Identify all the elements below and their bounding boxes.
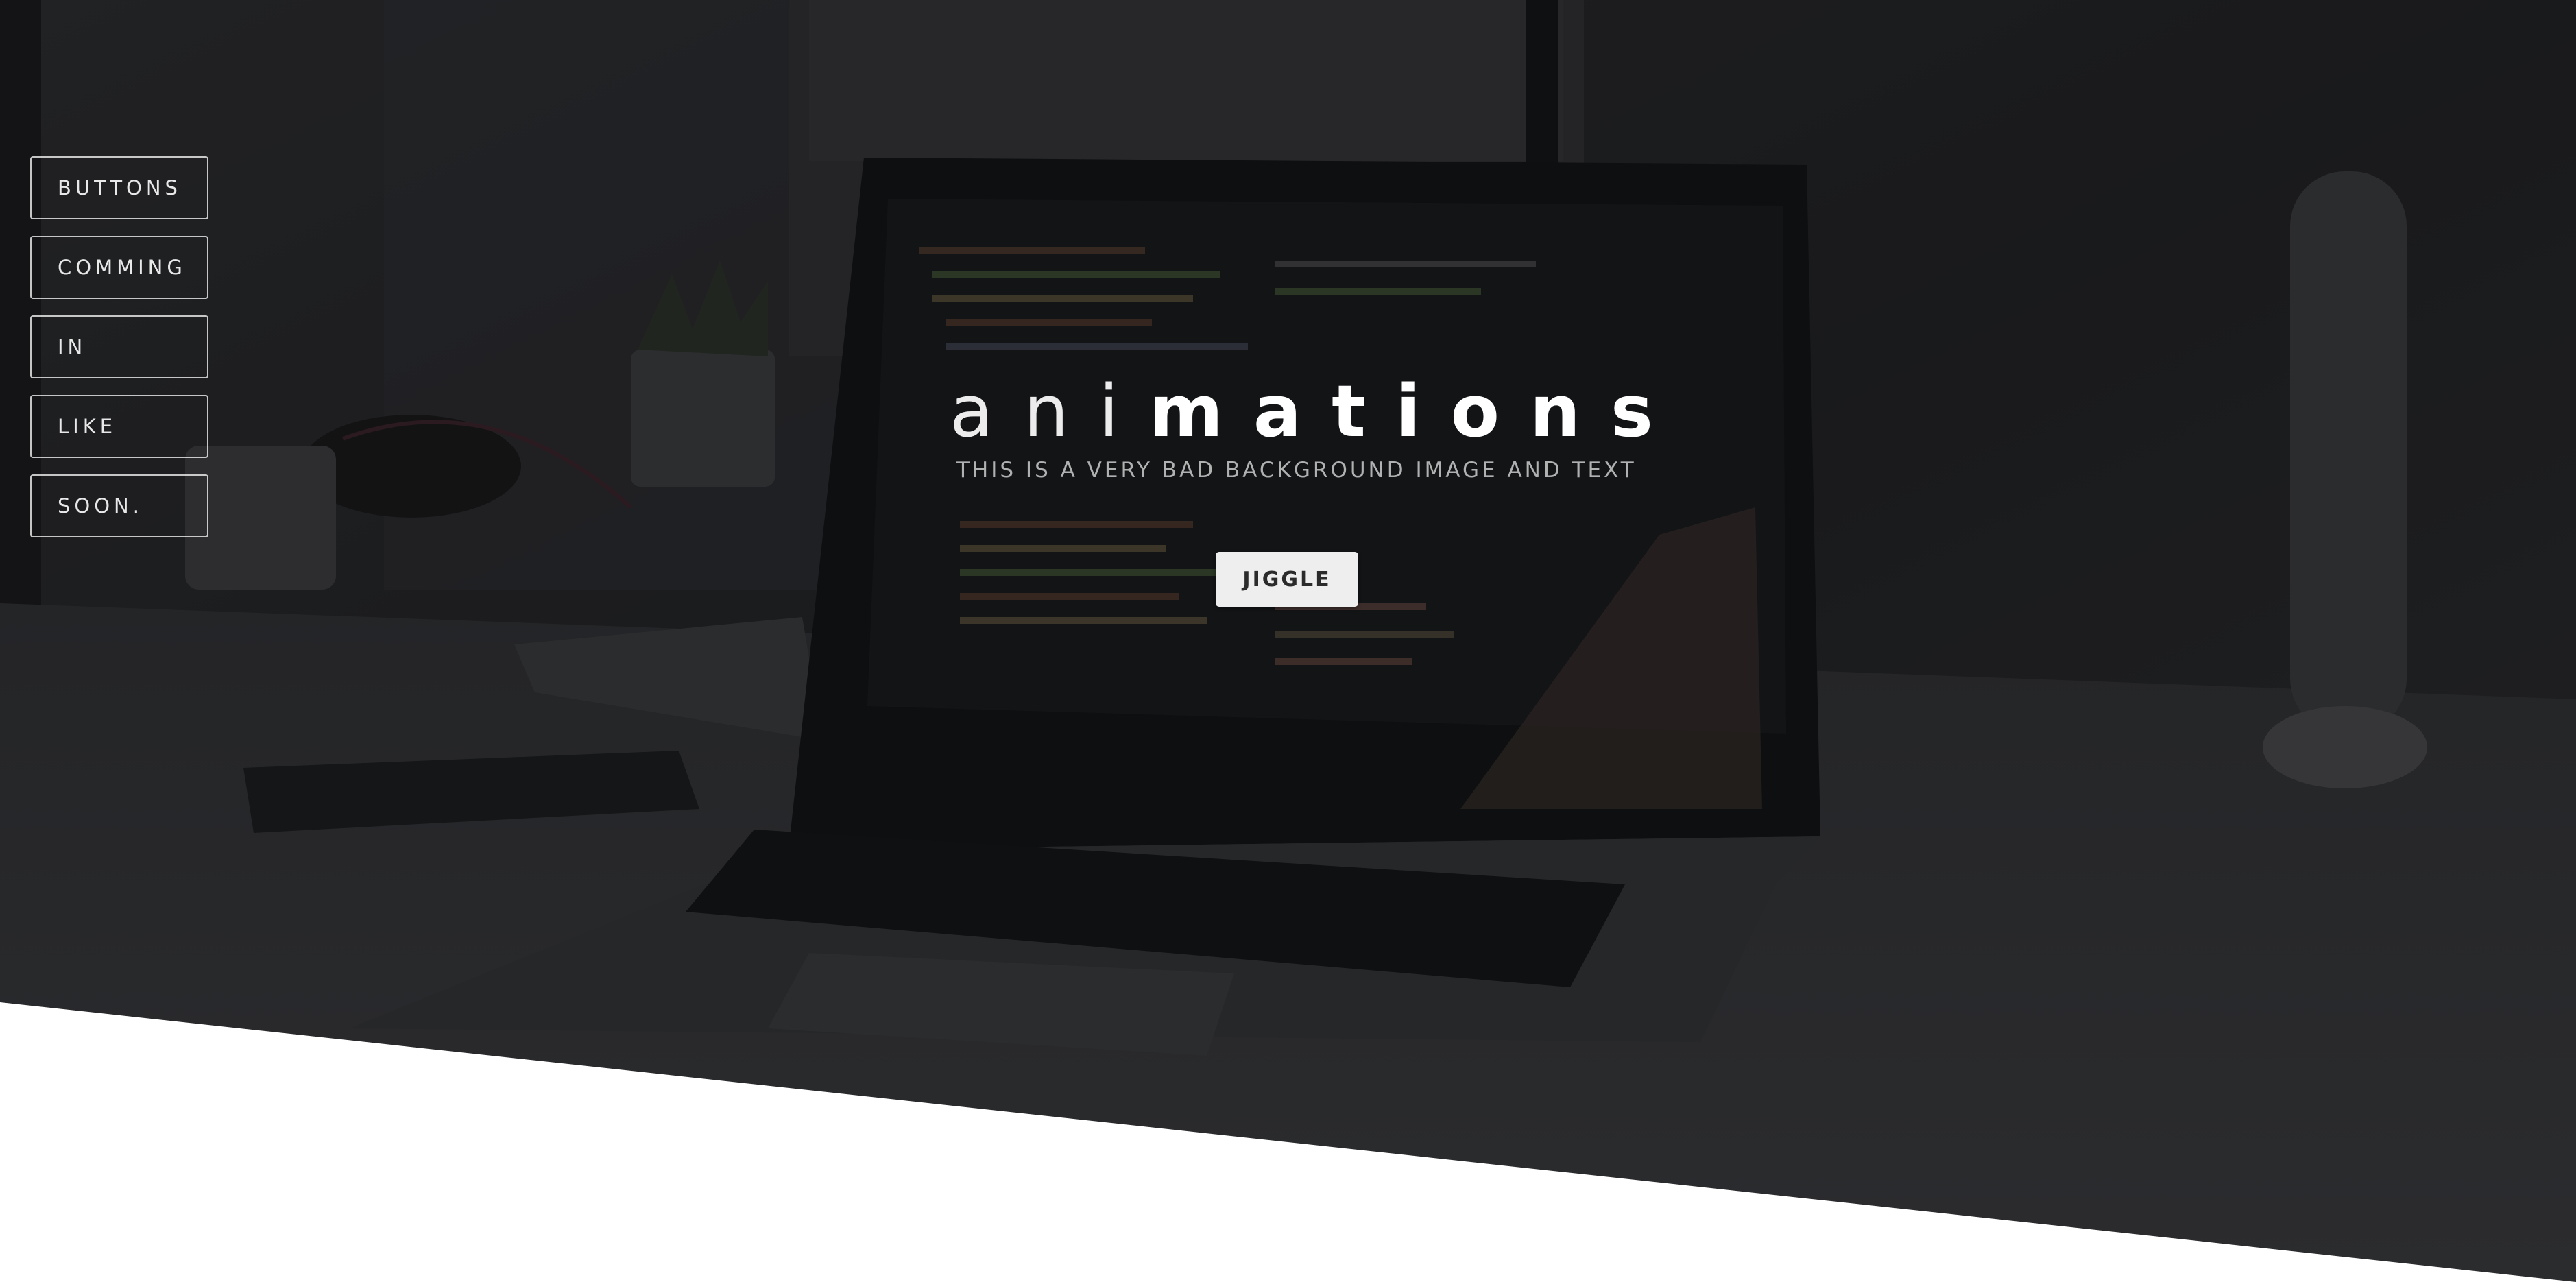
nav-button-soon[interactable]: SOON. [30,474,208,537]
jiggle-button[interactable]: JIGGLE [1216,552,1358,607]
hero-background-image [0,0,2576,1282]
page-title: animations [950,363,1653,459]
page-title-bold: mations [1148,370,1683,453]
hero-section: BUTTONS COMMING IN LIKE SOON. animations… [0,0,2576,1282]
nav-button-buttons[interactable]: BUTTONS [30,156,208,219]
page-title-light: ani [950,370,1149,453]
nav-button-list: BUTTONS COMMING IN LIKE SOON. [30,156,208,537]
nav-button-like[interactable]: LIKE [30,395,208,458]
page-subtitle: THIS IS A VERY BAD BACKGROUND IMAGE AND … [956,458,1637,483]
nav-button-in[interactable]: IN [30,315,208,378]
nav-button-comming[interactable]: COMMING [30,236,208,299]
